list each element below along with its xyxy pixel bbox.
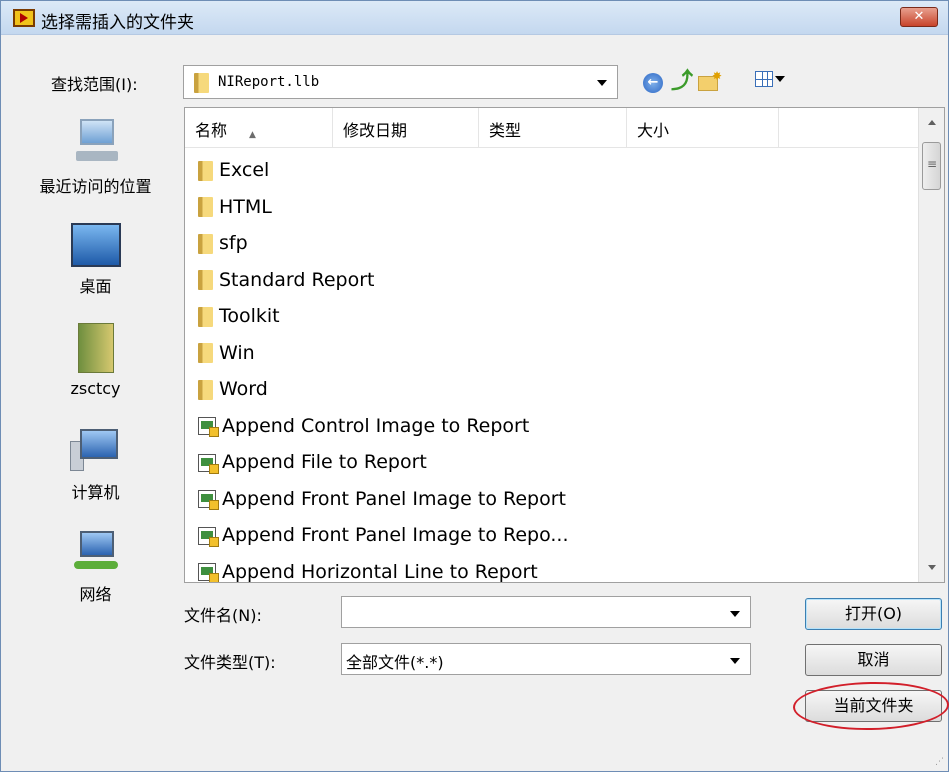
view-menu-button[interactable] (755, 71, 791, 95)
list-item[interactable]: Word (185, 371, 919, 408)
place-label: zsctcy (70, 379, 121, 398)
folder-icon (198, 270, 213, 290)
vertical-scrollbar[interactable] (918, 108, 944, 582)
column-label: 名称 (195, 121, 228, 140)
place-label: 最近访问的位置 (39, 177, 152, 196)
file-type-value: 全部文件(*.*) (346, 653, 444, 672)
chevron-down-icon[interactable] (597, 80, 607, 86)
list-item[interactable]: Standard Report (185, 262, 919, 299)
item-name: Append Front Panel Image to Report (222, 487, 566, 510)
look-in-label: 查找范围(I): (51, 75, 138, 94)
list-item[interactable]: sfp (185, 225, 919, 262)
labview-app-icon (13, 9, 35, 27)
list-item[interactable]: Append Control Image to Report (185, 408, 919, 445)
open-button[interactable]: 打开(O) (805, 598, 942, 630)
column-header-date[interactable]: 修改日期 (333, 108, 479, 148)
column-label: 大小 (637, 121, 670, 140)
back-button[interactable]: ← (641, 71, 665, 95)
up-one-level-button[interactable]: ⤴ (671, 71, 695, 95)
folder-icon (198, 379, 213, 400)
column-label: 修改日期 (343, 121, 408, 140)
list-item[interactable]: Win (185, 335, 919, 372)
item-name: Toolkit (219, 305, 280, 327)
list-item[interactable]: HTML (185, 189, 919, 226)
chevron-down-icon[interactable] (730, 611, 740, 617)
user-folder-icon (77, 323, 114, 373)
file-type-select[interactable]: 全部文件(*.*) (341, 643, 751, 675)
close-button[interactable]: ✕ (900, 7, 938, 27)
list-item[interactable]: Append Horizontal Line to Report (185, 554, 919, 583)
network-icon (70, 529, 122, 575)
recent-places-icon (74, 115, 118, 167)
desktop-icon (70, 223, 121, 267)
item-name: Excel (219, 159, 270, 181)
resize-grip-icon[interactable]: ⋰ (935, 757, 944, 767)
place-user[interactable]: zsctcy (13, 323, 178, 398)
window-title: 选择需插入的文件夹 (41, 13, 194, 33)
item-name: Win (219, 341, 255, 364)
column-header-size[interactable]: 大小 (627, 108, 779, 148)
folder-icon (198, 306, 213, 327)
place-network[interactable]: 网络 (13, 529, 178, 605)
scroll-up-icon[interactable] (928, 120, 936, 125)
up-arrow-icon: ⤴ (671, 69, 694, 94)
chevron-down-icon[interactable] (730, 658, 740, 664)
list-item[interactable]: Excel (185, 152, 919, 189)
folder-icon (198, 160, 213, 181)
vi-file-icon (198, 453, 219, 474)
item-name: Standard Report (219, 268, 375, 291)
file-type-label: 文件类型(T): (184, 653, 276, 672)
back-arrow-icon: ← (643, 73, 663, 93)
computer-icon (69, 427, 122, 473)
column-label: 类型 (489, 121, 522, 140)
file-name-label: 文件名(N): (184, 606, 262, 625)
file-list[interactable]: ▲ 名称 修改日期 类型 大小 Excel HTML sfp Standard … (184, 107, 945, 583)
item-name: HTML (219, 195, 272, 218)
folder-icon (198, 197, 213, 217)
vi-file-icon (198, 526, 219, 547)
folder-icon (194, 73, 209, 93)
file-dialog: 选择需插入的文件夹 ✕ 查找范围(I): NIReport.llb ← ⤴ ✸ … (0, 0, 949, 772)
list-item[interactable]: Append Front Panel Image to Repo... (185, 517, 919, 554)
new-folder-button[interactable]: ✸ (698, 69, 722, 95)
vi-file-icon (198, 563, 219, 582)
chevron-down-icon (775, 76, 785, 82)
column-header-name[interactable]: ▲ 名称 (185, 108, 333, 148)
scroll-down-icon[interactable] (928, 565, 936, 570)
item-name: Append Control Image to Report (222, 414, 530, 437)
place-desktop[interactable]: 桌面 (13, 223, 178, 297)
folder-icon (198, 343, 213, 363)
list-item[interactable]: Append File to Report (185, 444, 919, 481)
item-name: sfp (219, 232, 248, 254)
scroll-thumb[interactable] (922, 142, 941, 190)
place-label: 桌面 (79, 277, 112, 296)
place-recent[interactable]: 最近访问的位置 (13, 115, 178, 197)
title-bar: 选择需插入的文件夹 ✕ (1, 1, 948, 35)
view-grid-icon (755, 71, 773, 87)
file-name-input[interactable] (341, 596, 751, 628)
column-header-type[interactable]: 类型 (479, 108, 627, 148)
list-item[interactable]: Append Front Panel Image to Report (185, 481, 919, 518)
vi-file-icon (198, 417, 219, 437)
item-name: Append File to Report (222, 451, 427, 473)
folder-icon (198, 233, 213, 254)
place-label: 网络 (79, 585, 112, 604)
places-bar: 最近访问的位置 桌面 zsctcy 计算机 网络 (13, 109, 178, 609)
place-computer[interactable]: 计算机 (13, 427, 178, 503)
file-rows: Excel HTML sfp Standard Report Toolkit W… (185, 152, 919, 583)
item-name: Word (219, 378, 268, 400)
place-label: 计算机 (71, 483, 120, 502)
current-folder-button[interactable]: 当前文件夹 (805, 690, 942, 722)
vi-file-icon (198, 490, 219, 510)
new-folder-icon: ✸ (698, 69, 722, 91)
item-name: Append Front Panel Image to Repo... (222, 524, 569, 546)
list-header: ▲ 名称 修改日期 类型 大小 (185, 108, 919, 148)
list-item[interactable]: Toolkit (185, 298, 919, 335)
item-name: Append Horizontal Line to Report (222, 560, 538, 583)
cancel-button[interactable]: 取消 (805, 644, 942, 676)
look-in-value: NIReport.llb (218, 74, 320, 90)
look-in-dropdown[interactable]: NIReport.llb (183, 65, 618, 99)
